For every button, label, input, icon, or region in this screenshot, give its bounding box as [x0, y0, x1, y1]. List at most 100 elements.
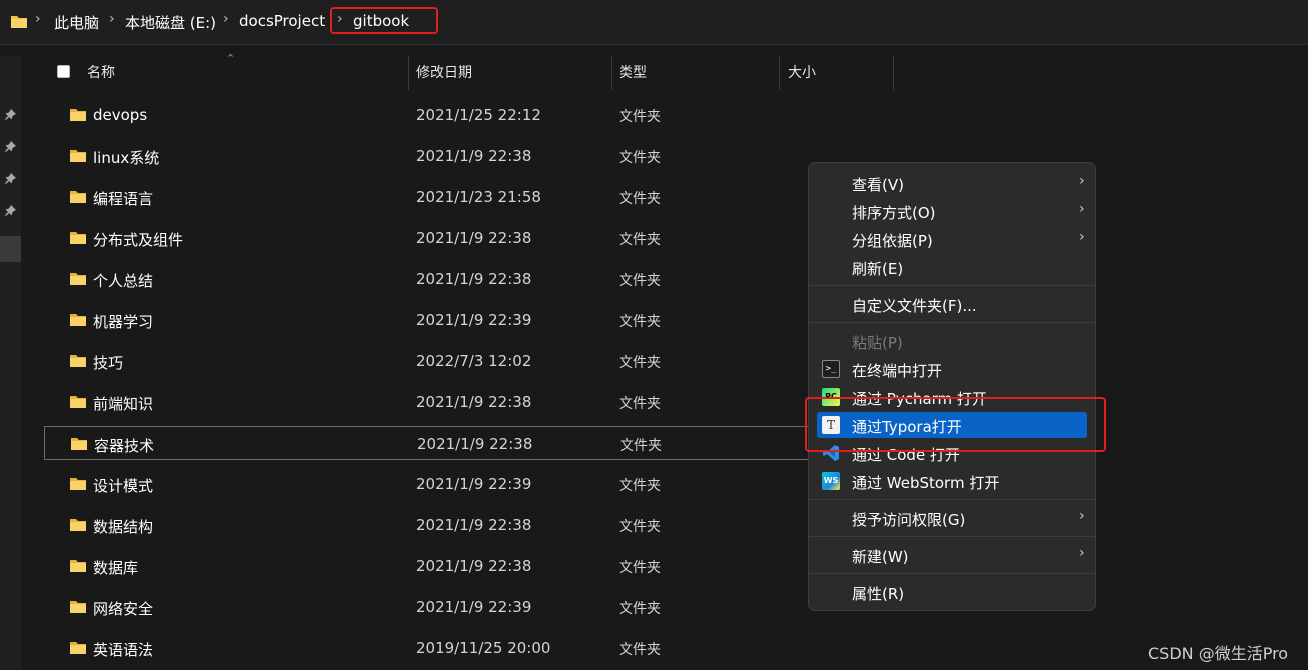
file-row[interactable]: 容器技术 2021/1/9 22:38 文件夹 — [44, 426, 824, 460]
file-name: 数据结构 — [93, 518, 154, 536]
menu-separator — [809, 285, 1095, 286]
menu-item-view[interactable]: 查看(V) › — [817, 170, 1087, 196]
folder-icon — [70, 109, 86, 121]
file-row[interactable]: 数据结构 2021/1/9 22:38 文件夹 — [44, 508, 824, 542]
file-name: 前端知识 — [93, 395, 154, 413]
folder-icon — [70, 396, 86, 408]
folder-icon — [70, 560, 86, 572]
file-modified: 2021/1/9 22:39 — [416, 475, 532, 493]
breadcrumb: › 此电脑 › 本地磁盘 (E:) › docsProject › gitboo… — [0, 0, 1308, 45]
breadcrumb-item-this-pc[interactable]: 此电脑 — [54, 12, 99, 33]
file-type: 文件夹 — [619, 642, 661, 658]
column-divider[interactable] — [779, 56, 780, 90]
column-header-type[interactable]: 类型 — [619, 56, 647, 90]
file-name: devops — [93, 106, 148, 124]
file-type: 文件夹 — [619, 314, 661, 330]
file-name: 设计模式 — [93, 477, 154, 495]
file-row[interactable]: linux系统 2021/1/9 22:38 文件夹 — [44, 139, 824, 173]
menu-item-refresh[interactable]: 刷新(E) — [817, 254, 1087, 280]
file-modified: 2019/11/25 20:00 — [416, 639, 551, 657]
menu-item-sort[interactable]: 排序方式(O) › — [817, 198, 1087, 224]
watermark: CSDN @微生活Pro — [1148, 644, 1289, 663]
column-header-name[interactable]: 名称 — [87, 56, 115, 90]
menu-item-new[interactable]: 新建(W) › — [817, 542, 1087, 568]
column-divider[interactable] — [893, 56, 894, 90]
file-type: 文件夹 — [619, 355, 661, 371]
breadcrumb-item-local-disk[interactable]: 本地磁盘 (E:) — [125, 12, 216, 33]
folder-icon — [70, 191, 86, 203]
highlight-box-path — [330, 7, 438, 34]
folder-icon — [70, 232, 86, 244]
menu-separator — [809, 322, 1095, 323]
breadcrumb-separator: › — [35, 11, 41, 27]
menu-item-label: 自定义文件夹(F)... — [852, 297, 977, 315]
file-name: 分布式及组件 — [93, 231, 184, 249]
file-type: 文件夹 — [619, 191, 661, 207]
file-type: 文件夹 — [619, 232, 661, 248]
file-type: 文件夹 — [619, 396, 661, 412]
file-row[interactable]: 个人总结 2021/1/9 22:38 文件夹 — [44, 262, 824, 296]
column-header-modified[interactable]: 修改日期 — [416, 56, 472, 90]
file-type: 文件夹 — [619, 478, 661, 494]
pin-icon — [5, 173, 16, 184]
column-header-size[interactable]: 大小 — [788, 56, 816, 90]
file-row[interactable]: devops 2021/1/25 22:12 文件夹 — [44, 98, 824, 132]
file-row[interactable]: 技巧 2022/7/3 12:02 文件夹 — [44, 344, 824, 378]
menu-item-paste: 粘贴(P) — [817, 328, 1087, 354]
file-modified: 2021/1/9 22:38 — [416, 393, 532, 411]
column-divider[interactable] — [611, 56, 612, 90]
file-row[interactable]: 网络安全 2021/1/9 22:39 文件夹 — [44, 590, 824, 624]
file-row[interactable]: 机器学习 2021/1/9 22:39 文件夹 — [44, 303, 824, 337]
menu-item-label: 新建(W) — [852, 548, 909, 566]
column-divider[interactable] — [408, 56, 409, 90]
menu-item-label: 分组依据(P) — [852, 232, 933, 250]
menu-item-customize-folder[interactable]: 自定义文件夹(F)... — [817, 291, 1087, 317]
menu-item-label: 通过 WebStorm 打开 — [852, 474, 1000, 492]
file-name: 机器学习 — [93, 313, 154, 331]
file-modified: 2021/1/9 22:38 — [417, 435, 533, 453]
column-header: 名称 修改日期 类型 大小 — [44, 56, 894, 90]
folder-icon — [70, 150, 86, 162]
file-modified: 2021/1/23 21:58 — [416, 188, 541, 206]
menu-item-group[interactable]: 分组依据(P) › — [817, 226, 1087, 252]
file-type: 文件夹 — [619, 150, 661, 166]
menu-item-open-webstorm[interactable]: WS 通过 WebStorm 打开 — [817, 468, 1087, 494]
menu-item-open-terminal[interactable]: >_ 在终端中打开 — [817, 356, 1087, 382]
file-row[interactable]: 数据库 2021/1/9 22:38 文件夹 — [44, 549, 824, 583]
file-row[interactable]: 英语语法 2019/11/25 20:00 文件夹 — [44, 631, 824, 665]
file-name: 网络安全 — [93, 600, 154, 618]
file-row[interactable]: 编程语言 2021/1/23 21:58 文件夹 — [44, 180, 824, 214]
folder-icon — [70, 601, 86, 613]
file-modified: 2021/1/25 22:12 — [416, 106, 541, 124]
terminal-icon: >_ — [822, 360, 840, 378]
pin-icon — [5, 205, 16, 216]
menu-item-label: 在终端中打开 — [852, 362, 943, 380]
chevron-right-icon: › — [1079, 229, 1085, 245]
context-menu: 查看(V) › 排序方式(O) › 分组依据(P) › 刷新(E) 自定义文件夹… — [808, 162, 1096, 611]
folder-icon — [70, 478, 86, 490]
file-type: 文件夹 — [619, 519, 661, 535]
folder-icon — [70, 355, 86, 367]
file-modified: 2021/1/9 22:39 — [416, 311, 532, 329]
file-modified: 2021/1/9 22:38 — [416, 557, 532, 575]
navigation-pane[interactable] — [0, 56, 21, 670]
file-name: 个人总结 — [93, 272, 154, 290]
folder-icon — [70, 273, 86, 285]
folder-icon — [70, 642, 86, 654]
menu-item-properties[interactable]: 属性(R) — [817, 579, 1087, 605]
file-row[interactable]: 前端知识 2021/1/9 22:38 文件夹 — [44, 385, 824, 419]
menu-item-grant-access[interactable]: 授予访问权限(G) › — [817, 505, 1087, 531]
file-row[interactable]: 设计模式 2021/1/9 22:39 文件夹 — [44, 467, 824, 501]
file-modified: 2021/1/9 22:38 — [416, 229, 532, 247]
file-name: 编程语言 — [93, 190, 154, 208]
file-modified: 2022/7/3 12:02 — [416, 352, 532, 370]
file-type: 文件夹 — [619, 560, 661, 576]
folder-icon — [70, 314, 86, 326]
file-modified: 2021/1/9 22:38 — [416, 147, 532, 165]
chevron-right-icon: › — [1079, 545, 1085, 561]
file-row[interactable]: 分布式及组件 2021/1/9 22:38 文件夹 — [44, 221, 824, 255]
file-modified: 2021/1/9 22:39 — [416, 598, 532, 616]
menu-item-label: 粘贴(P) — [852, 334, 903, 352]
menu-separator — [809, 536, 1095, 537]
breadcrumb-item-docsproject[interactable]: docsProject — [239, 12, 325, 30]
